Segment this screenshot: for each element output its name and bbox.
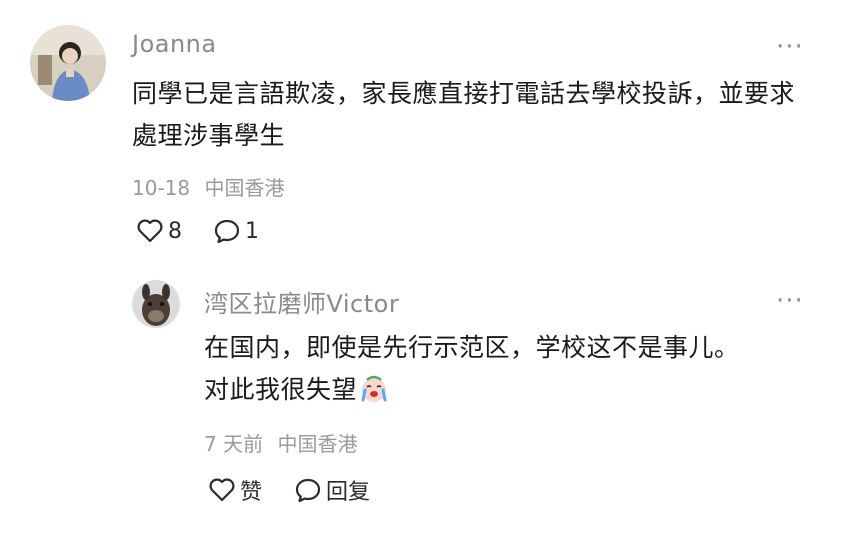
comment-bubble-icon: [214, 219, 240, 244]
like-count: 8: [168, 218, 182, 244]
comment-location: 中国香港: [204, 176, 285, 200]
reply-like-button[interactable]: 赞: [208, 474, 262, 506]
reply-username[interactable]: 湾区拉磨师Victor: [204, 284, 399, 319]
comment-bubble-icon: [295, 478, 321, 503]
like-button[interactable]: 8: [136, 218, 182, 244]
reply-content-line1: 在国内，即使是先行示范区，学校这不是事儿。: [204, 333, 740, 362]
comment-date: 10-18: [132, 176, 191, 200]
reply-location: 中国香港: [277, 432, 358, 456]
reply-like-label: 赞: [240, 480, 263, 505]
more-options-button[interactable]: ···: [776, 34, 804, 60]
reply-avatar[interactable]: [132, 280, 180, 328]
comment-content: 同學已是言語欺凌，家長應直接打電話去學校投訴，並要求處理涉事學生: [132, 79, 796, 150]
crying-face-emoji-icon: [361, 375, 387, 402]
reply-date: 7 天前: [204, 432, 264, 456]
reply-meta: 7 天前 中国香港: [204, 428, 357, 457]
heart-icon: [209, 478, 235, 502]
reply-content-line2: 对此我很失望: [204, 369, 804, 411]
reply-content: 在国内，即使是先行示范区，学校这不是事儿。 对此我很失望: [204, 327, 804, 411]
comment-username[interactable]: Joanna: [132, 30, 217, 58]
reply-more-options-button[interactable]: ···: [776, 288, 804, 314]
avatar-photo-icon: [30, 25, 106, 101]
animal-avatar-icon: [132, 280, 180, 328]
avatar[interactable]: [30, 25, 106, 101]
heart-icon: [137, 219, 163, 243]
reply-button[interactable]: 1: [213, 218, 259, 244]
reply-count: 1: [245, 218, 259, 244]
comment-meta: 10-18 中国香港: [132, 172, 284, 201]
reply-reply-label: 回复: [326, 480, 371, 505]
reply-reply-button[interactable]: 回复: [294, 474, 370, 506]
